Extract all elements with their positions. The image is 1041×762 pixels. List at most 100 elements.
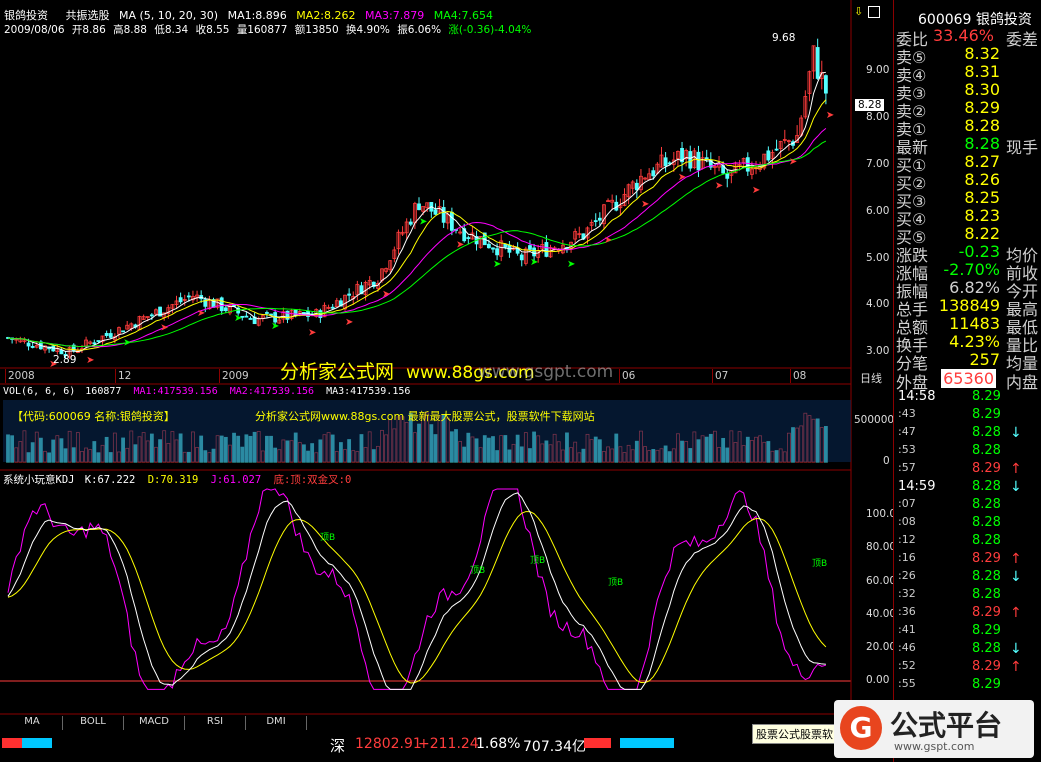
tab-boll[interactable]: BOLL	[63, 716, 124, 730]
tick-price: 8.29	[972, 659, 1001, 674]
vol-ma1: MA1:417539.156	[133, 386, 218, 397]
vol-ma2: MA2:417539.156	[229, 386, 315, 397]
candle-body	[149, 314, 154, 317]
tick-time: :55	[898, 677, 916, 690]
kdj-k: K:67.222	[84, 474, 136, 486]
candle-body	[486, 243, 491, 249]
candle-body	[519, 254, 524, 261]
candle-body	[26, 342, 31, 347]
tick-price: 8.28	[972, 533, 1001, 548]
candle-body	[104, 332, 109, 336]
ask-row[interactable]: 卖① 8.28	[894, 116, 1040, 139]
bid-row[interactable]: 买① 8.27	[894, 152, 1040, 175]
window-icon[interactable]	[868, 6, 880, 18]
kdj-axis-tick: 60.00	[866, 575, 897, 587]
candle-body	[528, 245, 532, 250]
ask-row[interactable]: 卖④ 8.31	[894, 62, 1040, 85]
last-price-row: 最新 8.28 现手	[894, 134, 1040, 157]
waipan-value: 65360	[941, 369, 996, 388]
candle-body	[408, 221, 413, 225]
price-axis-tick: 8.00	[866, 111, 890, 123]
tick-row: :52 8.29 ↑	[894, 659, 1040, 677]
tab-dmi[interactable]: DMI	[246, 716, 307, 730]
signal-arrow-icon: ➤	[86, 355, 94, 366]
signal-arrow-icon: ➤	[826, 110, 834, 121]
bid-row[interactable]: 买② 8.26	[894, 170, 1040, 193]
signal-arrow-icon: ➤	[234, 313, 242, 324]
stat-row: 涨跌 -0.23 均价	[894, 242, 1040, 265]
tick-price: 8.29	[972, 623, 1001, 638]
signal-arrow-icon: ➤	[382, 289, 390, 300]
candle-body	[244, 315, 249, 318]
candle-body	[774, 148, 779, 151]
price-axis-tick: 6.00	[866, 205, 890, 217]
book-level-price: 8.26	[964, 170, 1000, 189]
ask-row[interactable]: 卖② 8.29	[894, 98, 1040, 121]
tick-time: :41	[898, 623, 916, 636]
signal-arrow-icon: ➤	[678, 172, 686, 183]
waipan-row: 外盘 65360 内盘	[894, 369, 1040, 392]
x-axis-tick: 06	[622, 370, 636, 382]
tick-row: :26 8.28 ↓	[894, 569, 1040, 587]
down-arrow-icon: ↓	[1010, 641, 1022, 657]
signal-arrow-icon: ➤	[530, 257, 538, 268]
tick-time: :32	[898, 587, 916, 600]
tab-macd[interactable]: MACD	[124, 716, 185, 730]
tick-time: 14:58	[898, 389, 936, 404]
ask-row[interactable]: 卖⑤ 8.32	[894, 44, 1040, 67]
candle-body	[651, 170, 656, 177]
candle-body	[495, 248, 499, 256]
weibi-row: 委比 33.46% 委差	[894, 26, 1040, 49]
candle-body	[532, 247, 536, 257]
candle-body	[593, 220, 598, 222]
signal-arrow-icon: ➤	[604, 235, 612, 246]
book-level-price: 8.29	[964, 98, 1000, 117]
x-axis-tickmark	[790, 369, 791, 383]
candle-body	[108, 333, 113, 338]
price-high-mark: 9.68	[772, 32, 796, 44]
download-icon[interactable]: ⇩	[854, 5, 864, 18]
x-axis-tickmark	[619, 369, 620, 383]
x-axis-tick: 12	[118, 370, 132, 382]
candle-body	[186, 295, 191, 298]
candle-body	[330, 306, 335, 309]
status-ad[interactable]: 股票公式股票软	[752, 724, 837, 744]
stat-value: 6.82%	[949, 278, 1000, 297]
tab-rsi[interactable]: RSI	[185, 716, 246, 730]
stat-row: 分笔 257 均量	[894, 350, 1040, 373]
candle-body	[663, 157, 668, 167]
book-level-price: 8.25	[964, 188, 1000, 207]
kdj-pane: 顶B 顶B 顶B 顶B 顶B	[0, 488, 851, 690]
bid-row[interactable]: 买④ 8.23	[894, 206, 1040, 229]
tick-row: :16 8.29 ↑	[894, 551, 1040, 569]
signal-arrow-icon: ➤	[308, 327, 316, 338]
kdj-extra: 底:顶:双金叉:0	[273, 474, 352, 486]
candle-body	[223, 307, 228, 312]
stat-value: 4.23%	[949, 332, 1000, 351]
bid-row[interactable]: 买③ 8.25	[894, 188, 1040, 211]
candle-body	[449, 211, 454, 231]
tick-price: 8.29	[972, 389, 1001, 404]
ask-row[interactable]: 卖③ 8.30	[894, 80, 1040, 103]
ma-line	[7, 128, 827, 348]
kdj-axis-tick: 20.00	[866, 641, 897, 653]
tab-ma[interactable]: MA	[2, 716, 63, 730]
kdj-j: J:61.027	[210, 474, 262, 486]
tick-row: :47 8.28 ↓	[894, 425, 1040, 443]
kdj-header: 系统小玩意KDJ K:67.222 D:70.319 J:61.027 底:顶:…	[3, 472, 351, 487]
tick-price: 8.28	[972, 515, 1001, 530]
tick-row: :55 8.29	[894, 677, 1040, 695]
x-axis-tick: 08	[793, 370, 807, 382]
tick-price: 8.28	[972, 479, 1001, 494]
vol-ma3: MA3:417539.156	[326, 386, 411, 397]
bid-row[interactable]: 买⑤ 8.22	[894, 224, 1040, 247]
price-low-mark: 2.89	[53, 354, 77, 366]
tick-row: :53 8.28	[894, 443, 1040, 461]
tick-price: 8.28	[972, 641, 1001, 656]
signal-arrow-icon: ➤	[752, 185, 760, 196]
tick-row: :57 8.29 ↑	[894, 461, 1040, 479]
status-bar: 深 12802.91 +211.24 1.68% 707.34亿 股票公式股票软	[0, 724, 893, 762]
period-label[interactable]: 日线	[860, 370, 882, 386]
signal-arrow-icon: ➤	[271, 321, 279, 332]
candle-body	[503, 243, 508, 248]
